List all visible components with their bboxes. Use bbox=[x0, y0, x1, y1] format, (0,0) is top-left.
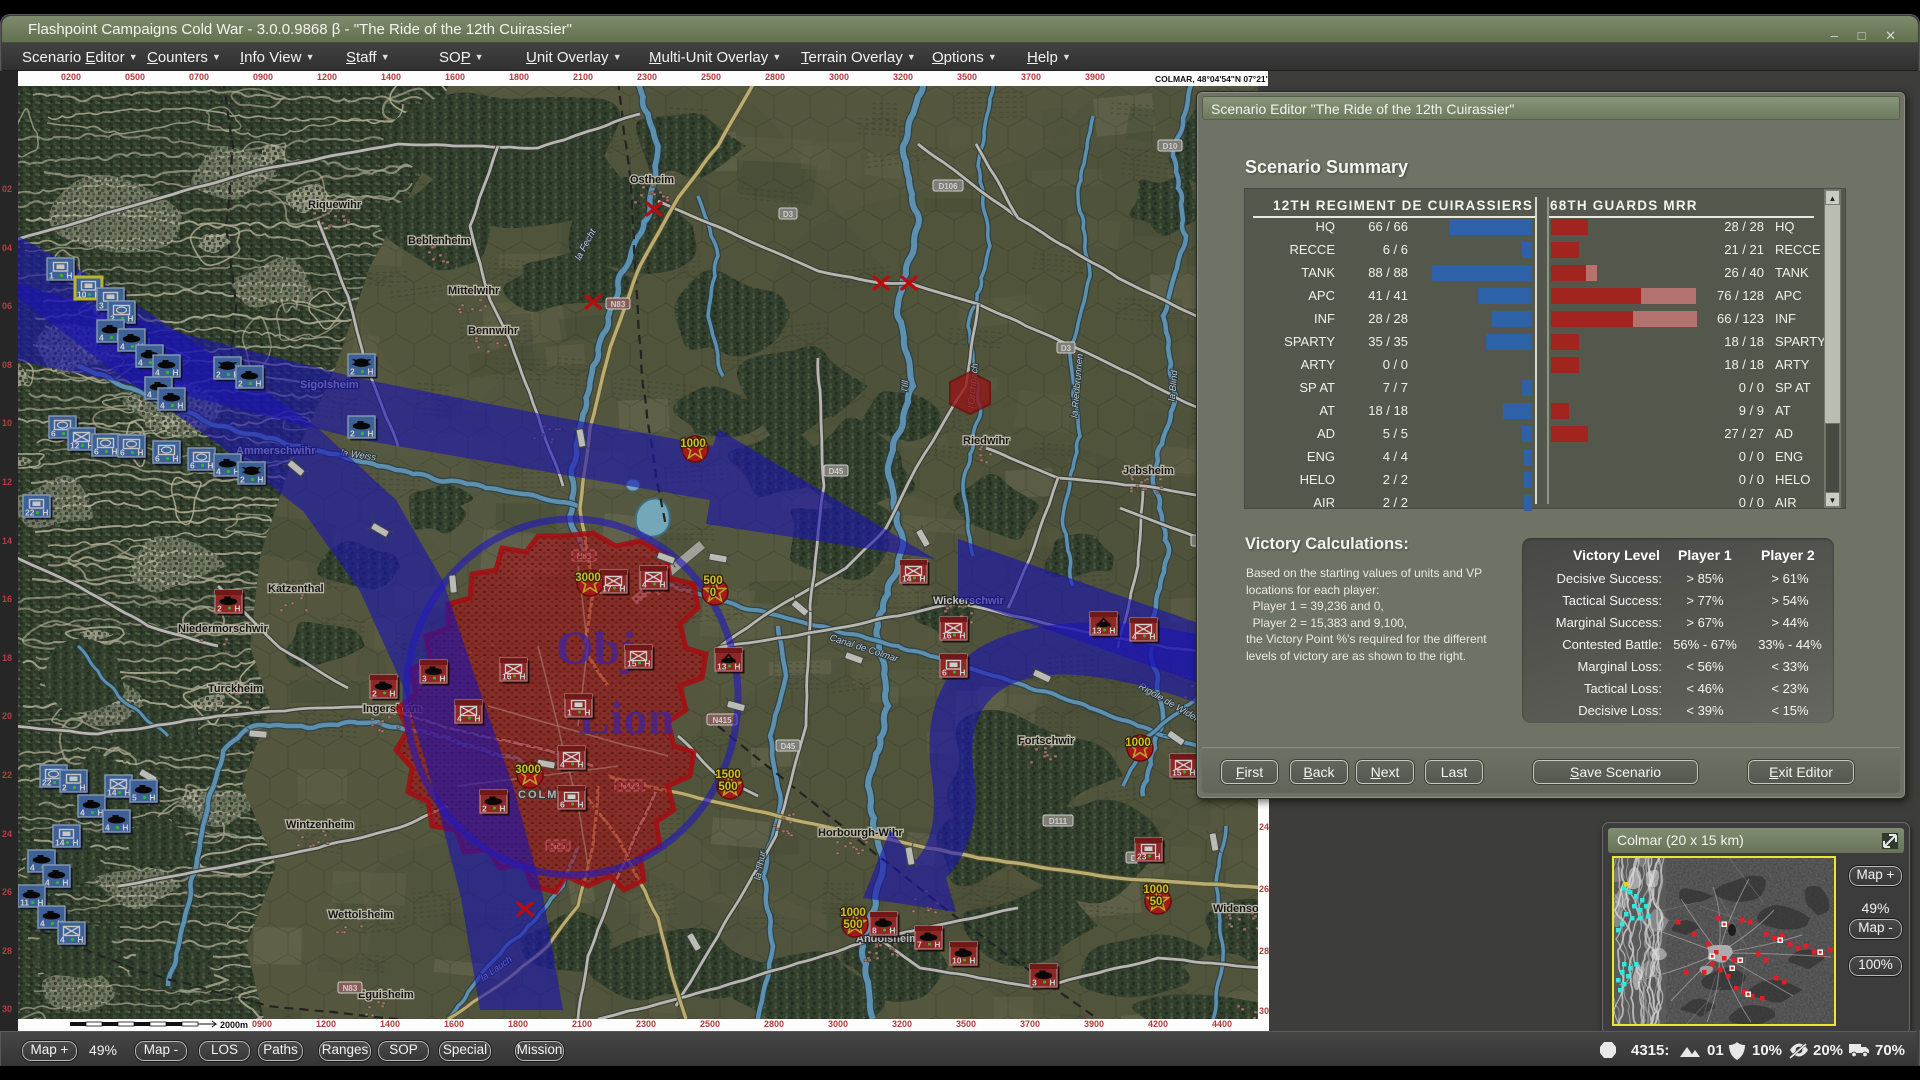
svg-text:2000m: 2000m bbox=[220, 1020, 248, 1030]
